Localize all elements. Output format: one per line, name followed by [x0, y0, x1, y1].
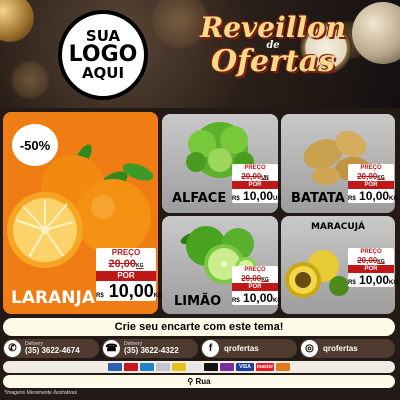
contact-row: ✆ Delivery (35) 3622-4674 ☎ Delivery (35) …	[0, 339, 400, 358]
unit: KG	[389, 196, 399, 202]
price-tag-limao: PREÇO 20,00KG POR R$ 10,00KG	[232, 266, 282, 305]
por-label: POR	[232, 283, 278, 291]
header-banner: SUA LOGO AQUI Reveillon de Ofertas	[0, 0, 400, 108]
cta-banner[interactable]: Crie seu encarte com este tema!	[3, 318, 395, 336]
currency: R$	[348, 280, 356, 286]
campaign-title: Reveillon de Ofertas	[198, 14, 348, 94]
currency: R$	[96, 293, 104, 299]
old-price-value: 20,00	[241, 274, 262, 283]
product-name: ALFACE	[172, 191, 227, 206]
payment-card-icon	[172, 363, 186, 371]
currency: R$	[232, 298, 240, 304]
contact-whatsapp[interactable]: ✆ Delivery (35) 3622-4674	[3, 339, 99, 358]
old-price: 20,00UN	[232, 172, 278, 181]
payment-card-icon	[140, 363, 154, 371]
contact-number: (35) 3622-4674	[25, 346, 80, 355]
price-tag-maracuja: PREÇO 20,00KG POR R$ 10,00KG	[348, 248, 398, 287]
instagram-icon: ◎	[301, 340, 318, 357]
visa-icon: VISA	[236, 363, 254, 371]
new-price: R$ 10,00KG	[348, 189, 398, 203]
payment-card-icon	[108, 363, 122, 371]
new-price-value: 10,00	[243, 189, 274, 203]
contact-number: (35) 3622-4322	[124, 346, 179, 355]
product-name: LIMÃO	[174, 294, 222, 309]
facebook-icon: f	[202, 340, 219, 357]
new-price-value: 10,00	[243, 291, 274, 305]
price-tag-batata: PREÇO 20,00KG POR R$ 10,00KG	[348, 164, 398, 203]
facebook-handle: qrofertas	[224, 344, 259, 353]
price-label: PREÇO	[348, 164, 394, 172]
ornament-ball-left	[0, 0, 34, 42]
mastercard-icon: master	[256, 363, 274, 371]
new-price-value: 10,00	[359, 189, 390, 203]
old-price-unit: UN	[261, 175, 269, 181]
old-price-value: 20,00	[108, 258, 137, 270]
product-name: BATATA	[291, 191, 345, 206]
price-label: PREÇO	[348, 248, 394, 256]
contact-instagram[interactable]: ◎ qrofertas	[300, 339, 395, 358]
old-price: 20,00KG	[348, 256, 394, 265]
logo-text: LOGO	[68, 42, 138, 67]
old-price: 20,00KG	[232, 274, 278, 283]
new-price: R$ 10,00KG	[96, 281, 163, 301]
location-pin-icon: ⚲	[187, 377, 194, 386]
discount-badge: -50%	[12, 124, 58, 166]
old-price: 20,00KG	[348, 172, 394, 181]
unit: KG	[389, 280, 399, 286]
whatsapp-icon: ✆	[4, 340, 21, 357]
price-label: PREÇO	[232, 164, 278, 172]
payment-card-icon	[276, 363, 290, 371]
payment-card-icon	[188, 363, 202, 371]
phone-icon: ☎	[103, 340, 120, 357]
new-price: R$ 10,00KG	[348, 273, 398, 287]
instagram-handle: qrofertas	[323, 344, 358, 353]
title-reveillon: Reveillon	[199, 11, 347, 44]
new-price-value: 10,00	[108, 281, 154, 301]
old-price: 20,00KG	[96, 258, 156, 271]
new-price-value: 10,00	[359, 273, 390, 287]
price-label: PREÇO	[232, 266, 278, 274]
price-tag-laranja: PREÇO 20,00KG POR R$ 10,00KG	[96, 248, 163, 301]
price-tag-alface: PREÇO 20,00UN POR R$ 10,00UN	[232, 164, 282, 203]
payment-card-icon	[156, 363, 170, 371]
contact-facebook[interactable]: f qrofertas	[201, 339, 297, 358]
title-ofertas: Ofertas	[210, 44, 336, 79]
contact-phone[interactable]: ☎ Delivery (35) 3622-4322	[102, 339, 198, 358]
bokeh-light	[10, 60, 50, 100]
old-price-unit: KG	[377, 259, 385, 265]
logo-text: AQUI	[81, 64, 125, 82]
old-price-value: 20,00	[241, 172, 262, 181]
por-label: POR	[232, 181, 278, 189]
old-price-value: 20,00	[357, 172, 378, 181]
new-price: R$ 10,00UN	[232, 189, 282, 203]
payment-card-icon	[220, 363, 234, 371]
disclaimer: *Imagens Meramente Ilustrativas	[4, 390, 78, 396]
currency: R$	[348, 196, 356, 202]
payment-card-icon	[204, 363, 218, 371]
payment-card-icon	[124, 363, 138, 371]
store-address: ⚲ Rua	[3, 375, 395, 388]
old-price-value: 20,00	[357, 256, 378, 265]
por-label: POR	[96, 271, 156, 281]
store-logo-placeholder: SUA LOGO AQUI	[58, 10, 148, 100]
new-price: R$ 10,00KG	[232, 291, 282, 305]
por-label: POR	[348, 181, 394, 189]
payment-methods: VISA master	[3, 361, 395, 373]
product-name: LARANJA	[11, 288, 95, 308]
por-label: POR	[348, 265, 394, 273]
old-price-unit: KG	[261, 277, 269, 283]
price-label: PREÇO	[96, 248, 156, 258]
old-price-unit: KG	[377, 175, 385, 181]
address-text: Rua	[195, 377, 211, 386]
currency: R$	[232, 196, 240, 202]
old-price-unit: KG	[136, 263, 144, 269]
